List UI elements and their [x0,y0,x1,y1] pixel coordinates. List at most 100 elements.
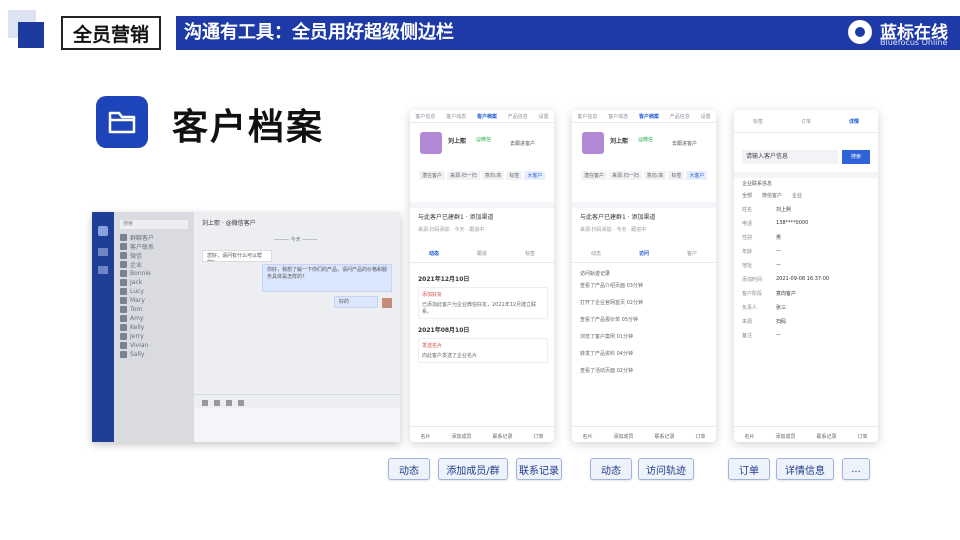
chat-contact-item[interactable]: Amy [120,314,188,323]
feature-button-details[interactable]: 详情信息 [776,458,834,480]
contact-avatar [120,342,127,349]
feature-button-orders[interactable]: 订单 [728,458,770,480]
bottom-nav-item[interactable]: 添加成员 [451,433,471,440]
tab[interactable]: 产品信息 [670,113,690,120]
chat-search-input[interactable]: 搜索 [120,220,188,229]
customer-avatar [582,132,604,154]
chat-contact-item[interactable]: 客户联系 [120,242,188,251]
contact-name: Jerry [130,333,144,340]
visit-record-list: 查看了产品介绍页面 03分钟 打开了企业官网首页 02分钟 查看了产品报价单 05分… [580,282,710,384]
tab[interactable]: 产品信息 [508,113,528,120]
history-icon[interactable] [238,400,244,406]
chat-contact-item[interactable]: Lucy [120,287,188,296]
timeline-note: 已添加此客户为企业微信好友，2021年12月建立联系。 [422,302,537,315]
tab[interactable]: 客户信息 [577,113,597,120]
feature-button-contact-record[interactable]: 联系记录 [516,458,562,480]
tab[interactable]: 标签 [753,118,763,125]
timeline-note: 向此客户发送了企业名片 [422,353,478,359]
tab[interactable]: 设置 [539,113,549,120]
customer-tag: 大客户 [686,171,708,180]
contact-name: 群聊客户 [130,235,155,242]
customer-field-row: 添加时间 2021-09-08 16:37:00 [742,276,872,283]
tab[interactable]: 客户档案 [477,113,497,120]
chat-message-right: 你好，我想了解一下你们的产品，请问产品的价格和服务具体是怎样的？ [262,264,392,292]
chat-contact-item[interactable]: 群聊客户 [120,233,188,242]
contact-section-label: 企业联系信息 [742,181,773,187]
tab[interactable]: 详情 [849,118,859,125]
phone1-top-tabs: 客户信息 客户动态 客户档案 产品信息 设置 [410,110,554,123]
chat-contact-item[interactable]: 微信 [120,251,188,260]
chat-contact-item[interactable]: Jerry [120,332,188,341]
contact-avatar [120,261,127,268]
field-label: 地址 [742,263,753,269]
tab[interactable]: 客户信息 [415,113,435,120]
visit-records-title: 访问轨迹记录 [580,271,611,277]
tab[interactable]: 客户动态 [446,113,466,120]
bottom-nav-item[interactable]: 联系记录 [816,433,836,440]
customer-tag: 标签 [506,171,523,180]
contact-filter[interactable]: 全部 [742,192,752,199]
nav-chat-icon[interactable] [98,248,108,256]
chat-contact-item[interactable]: Jack [120,278,188,287]
feature-button-visit-trace[interactable]: 访问轨迹 [638,458,694,480]
customer-search-button[interactable]: 搜索 [842,150,870,164]
tab[interactable]: 客户动态 [608,113,628,120]
bottom-nav-item[interactable]: 添加成员 [613,433,633,440]
customer-field-row: 负责人 张三 [742,304,872,311]
chat-contact-item[interactable]: Vivian [120,341,188,350]
nav-contacts-icon[interactable] [98,266,108,274]
feature-button-dynamic[interactable]: 动态 [388,458,430,480]
bottom-nav-item[interactable]: 添加成员 [775,433,795,440]
phone1-sub-tabs: 动态 跟进 标签 [410,244,554,263]
chat-contact-item[interactable]: 企业 [120,260,188,269]
chat-contact-item[interactable]: Bonnie [120,269,188,278]
chat-contact-item[interactable]: Kelly [120,323,188,332]
screenshot-icon[interactable] [226,400,232,406]
customer-field-row: 备注 — [742,332,872,339]
feature-button-dynamic-2[interactable]: 动态 [590,458,632,480]
chat-input-divider [194,394,400,395]
bottom-nav-item[interactable]: 订单 [533,433,543,440]
bottom-nav-item[interactable]: 名片 [420,433,430,440]
chat-contact-item[interactable]: Sally [120,350,188,359]
emoji-icon[interactable] [202,400,208,406]
bottom-nav-item[interactable]: 订单 [695,433,705,440]
contact-avatar [120,252,127,259]
chat-input-box[interactable] [194,408,400,442]
bottom-nav-item[interactable]: 名片 [582,433,592,440]
nav-avatar-icon[interactable] [98,226,108,236]
customer-field-list: 姓名 刘上熙 电话 138****0000 性别 男年龄 — 地址 — 添加时间 2021-09-0… [742,206,872,346]
contact-filter[interactable]: 企业 [792,192,802,199]
tab[interactable]: 标签 [525,250,535,257]
contact-avatar [120,234,127,241]
tab[interactable]: 动态 [429,250,439,257]
feature-button-add-member[interactable]: 添加成员/群 [438,458,508,480]
feature-button-more[interactable]: ... [842,458,870,480]
customer-field-row: 地址 — [742,262,872,269]
phone-screen-customer-dynamic: 客户信息 客户动态 客户档案 产品信息 设置 刘上熙 @微信 去跟进客户 潜在客户 来源:… [410,110,554,442]
customer-search-input[interactable]: 请输入客户信息 [742,150,838,164]
follow-customer-button[interactable]: 去跟进客户 [510,140,535,147]
tab[interactable]: 跟进 [477,250,487,257]
tab[interactable]: 客户 [687,250,697,257]
tab[interactable]: 订单 [801,118,811,125]
bottom-nav-item[interactable]: 联系记录 [654,433,674,440]
tab[interactable]: 客户档案 [639,113,659,120]
field-label: 姓名 [742,207,753,213]
bottom-nav-item[interactable]: 联系记录 [492,433,512,440]
contact-filter[interactable]: 微信客户 [762,192,782,199]
tab[interactable]: 设置 [701,113,711,120]
bottom-nav-item[interactable]: 订单 [857,433,867,440]
chat-contact-item[interactable]: Tom [120,305,188,314]
tab[interactable]: 动态 [591,250,601,257]
follow-customer-button[interactable]: 去跟进客户 [672,140,697,147]
tab[interactable]: 访问 [639,250,649,257]
chat-contact-item[interactable]: Mary [120,296,188,305]
chat-message-left: 您好，请问有什么可以帮您？ [202,250,272,262]
divider [734,172,878,178]
chat-message-right-short: 好的 [334,296,378,308]
field-value: 2021-09-08 16:37:00 [776,276,830,282]
bottom-nav-item[interactable]: 名片 [744,433,754,440]
file-icon[interactable] [214,400,220,406]
divider [410,202,554,208]
